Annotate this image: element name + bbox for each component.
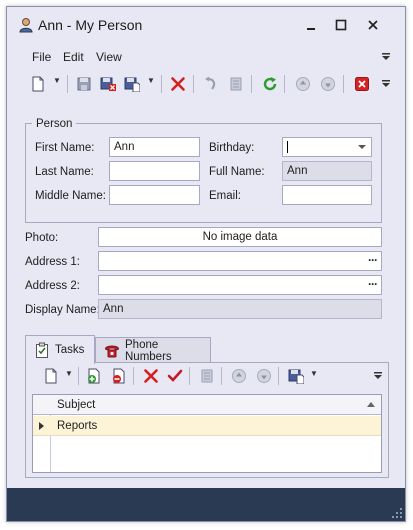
reset-icon[interactable] — [226, 74, 246, 94]
new-task-dropdown-icon[interactable]: ▼ — [65, 369, 73, 378]
display-name-field: Ann — [98, 299, 382, 319]
address1-ellipsis-button[interactable]: ··· — [368, 253, 378, 267]
display-name-label: Display Name: — [25, 304, 100, 316]
tab-phone-numbers-label: Phone Numbers — [125, 338, 172, 363]
photo-label: Photo: — [25, 232, 59, 244]
edit-task-icon[interactable] — [197, 366, 217, 386]
tasks-toolbar-overflow-icon[interactable] — [374, 372, 382, 382]
text-cursor — [287, 141, 288, 153]
task-previous-icon[interactable] — [229, 366, 249, 386]
address1-field[interactable]: ··· — [98, 251, 382, 271]
main-toolbar: ▼ ▼ — [7, 70, 405, 98]
link-task-icon[interactable] — [84, 366, 104, 386]
address2-ellipsis-button[interactable]: ··· — [368, 277, 378, 291]
next-icon[interactable] — [318, 74, 338, 94]
status-bar — [7, 488, 405, 521]
last-name-field[interactable] — [109, 161, 200, 181]
menu-overflow-icon[interactable] — [382, 53, 390, 63]
task-next-icon[interactable] — [254, 366, 274, 386]
table-row[interactable]: Reports — [33, 416, 381, 436]
column-header-subject[interactable]: Subject — [57, 399, 95, 411]
birthday-field[interactable] — [282, 137, 372, 157]
save-new-icon[interactable] — [122, 74, 142, 94]
email-field[interactable] — [282, 185, 372, 205]
full-name-label: Full Name: — [209, 166, 265, 178]
photo-field[interactable]: No image data — [98, 227, 382, 247]
menu-edit[interactable]: Edit — [63, 50, 84, 64]
save-close-icon[interactable] — [98, 74, 118, 94]
window-title: Ann - My Person — [38, 17, 143, 33]
mark-completed-icon[interactable] — [165, 366, 185, 386]
middle-name-field[interactable] — [109, 185, 200, 205]
minimize-button[interactable] — [300, 15, 322, 35]
title-bar[interactable]: Ann - My Person — [7, 7, 405, 43]
address1-label: Address 1: — [25, 256, 80, 268]
undo-icon[interactable] — [201, 74, 221, 94]
close-window-button[interactable] — [362, 15, 384, 35]
tab-tasks-label: Tasks — [55, 344, 85, 356]
previous-icon[interactable] — [293, 74, 313, 94]
grid-header: Subject — [33, 395, 381, 415]
person-icon — [18, 17, 34, 33]
last-name-label: Last Name: — [35, 166, 94, 178]
refresh-icon[interactable] — [260, 74, 280, 94]
birthday-dropdown-icon[interactable] — [358, 145, 366, 149]
first-name-field[interactable]: Ann — [109, 137, 200, 157]
save-layout-icon[interactable] — [286, 366, 306, 386]
resize-grip-icon[interactable] — [392, 508, 402, 518]
save-icon[interactable] — [74, 74, 94, 94]
tasks-grid: Subject Reports — [32, 394, 382, 473]
full-name-field: Ann — [282, 161, 372, 181]
middle-name-label: Middle Name: — [35, 190, 106, 202]
person-group-title: Person — [32, 118, 77, 130]
delete-icon[interactable] — [168, 74, 188, 94]
first-name-label: First Name: — [35, 142, 95, 154]
maximize-button[interactable] — [330, 15, 352, 35]
new-task-icon[interactable] — [41, 366, 61, 386]
save-layout-dropdown-icon[interactable]: ▼ — [310, 369, 318, 378]
menu-bar: File Edit View — [7, 47, 405, 67]
subject-cell[interactable]: Reports — [57, 420, 97, 432]
address2-label: Address 2: — [25, 280, 80, 292]
tab-phone-numbers[interactable]: Phone Numbers — [95, 337, 211, 363]
menu-view[interactable]: View — [96, 50, 122, 64]
tasks-toolbar: ▼ ▼ — [26, 363, 388, 389]
tab-tasks[interactable]: Tasks — [25, 335, 95, 364]
unlink-task-icon[interactable] — [109, 366, 129, 386]
birthday-label: Birthday: — [209, 142, 255, 154]
email-label: Email: — [209, 190, 241, 202]
delete-task-icon[interactable] — [141, 366, 161, 386]
detail-view-window: Ann - My Person File Edit View ▼ ▼ Perso… — [6, 6, 406, 522]
sort-ascending-icon[interactable] — [367, 402, 375, 407]
clipboard-icon — [34, 342, 50, 358]
menu-file[interactable]: File — [32, 50, 51, 64]
address2-field[interactable]: ··· — [98, 275, 382, 295]
new-dropdown-icon[interactable]: ▼ — [53, 76, 61, 85]
tasks-tab-panel: ▼ ▼ Subject Reports — [25, 362, 389, 478]
phone-icon — [104, 343, 120, 359]
toolbar-overflow-icon[interactable] — [382, 80, 390, 90]
focused-row-indicator-icon — [39, 422, 44, 430]
close-icon[interactable] — [352, 74, 372, 94]
save-dropdown-icon[interactable]: ▼ — [147, 76, 155, 85]
new-icon[interactable] — [28, 74, 48, 94]
